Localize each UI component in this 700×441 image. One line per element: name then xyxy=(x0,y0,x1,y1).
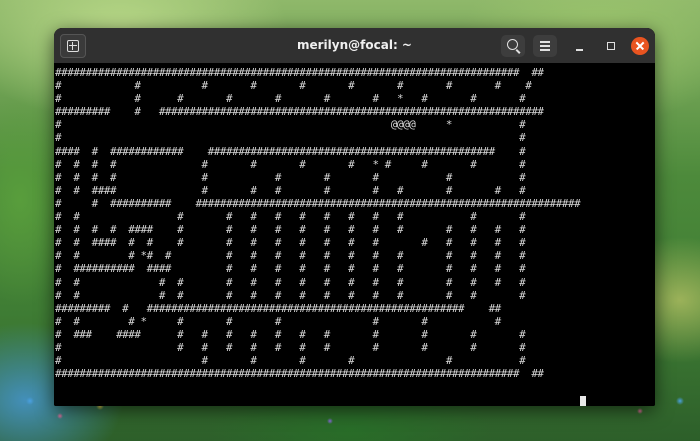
text-cursor xyxy=(580,396,586,406)
window-title: merilyn@focal: ~ xyxy=(297,38,412,52)
close-icon xyxy=(631,37,649,55)
titlebar[interactable]: merilyn@focal: ~ xyxy=(54,28,655,63)
terminal-area[interactable]: ########################################… xyxy=(54,63,655,406)
hamburger-menu-icon xyxy=(540,41,550,51)
menu-button[interactable] xyxy=(533,35,557,57)
close-button[interactable] xyxy=(631,37,649,55)
maximize-button[interactable] xyxy=(602,37,620,55)
terminal-window: merilyn@focal: ~ #######################… xyxy=(54,28,655,406)
minimize-icon xyxy=(576,49,583,51)
maximize-icon xyxy=(607,42,615,50)
terminal-output: ########################################… xyxy=(55,66,581,381)
search-icon xyxy=(507,39,518,50)
minimize-button[interactable] xyxy=(571,37,589,55)
search-button[interactable] xyxy=(501,35,525,57)
